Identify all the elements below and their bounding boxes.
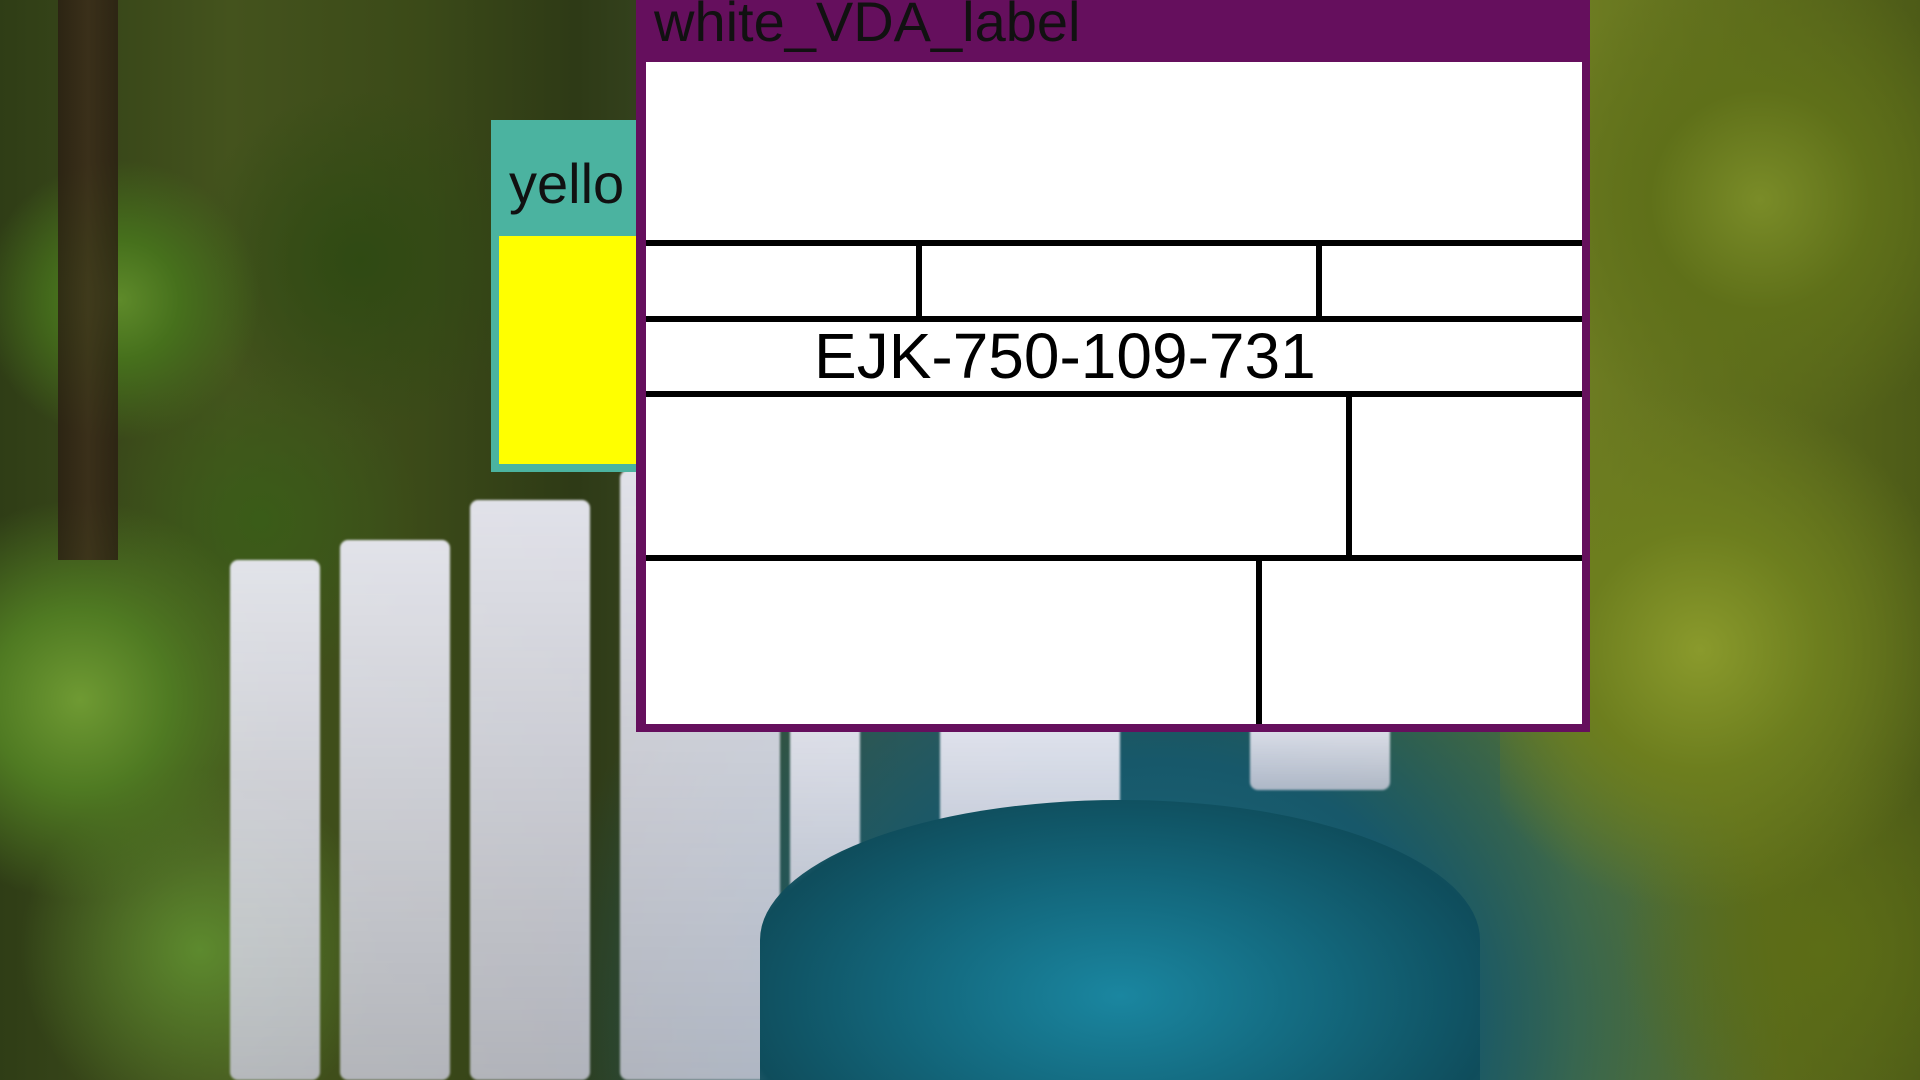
grid-line <box>1346 391 1352 559</box>
yellow-label-title: yello <box>509 152 625 215</box>
tree-trunk <box>58 0 118 560</box>
white-vda-label-box[interactable]: white_VDA_label EJK-750-109-731 <box>636 0 1590 732</box>
grid-line <box>1316 240 1322 316</box>
waterfall-stream <box>340 540 450 1080</box>
grid-line <box>1256 555 1262 724</box>
waterfall-stream <box>230 560 320 1080</box>
grid-line <box>916 240 922 316</box>
grid-line <box>646 391 1582 397</box>
grid-line <box>646 555 1582 561</box>
waterfall-stream <box>470 500 590 1080</box>
white-label-title: white_VDA_label <box>654 0 1081 53</box>
vda-label-panel: EJK-750-109-731 <box>646 62 1582 724</box>
river-pool <box>760 800 1480 1080</box>
grid-line <box>646 240 1582 246</box>
background-scene: yello white_VDA_label EJK-750-109-731 <box>0 0 1920 1080</box>
vda-code-text: EJK-750-109-731 <box>814 320 1316 392</box>
